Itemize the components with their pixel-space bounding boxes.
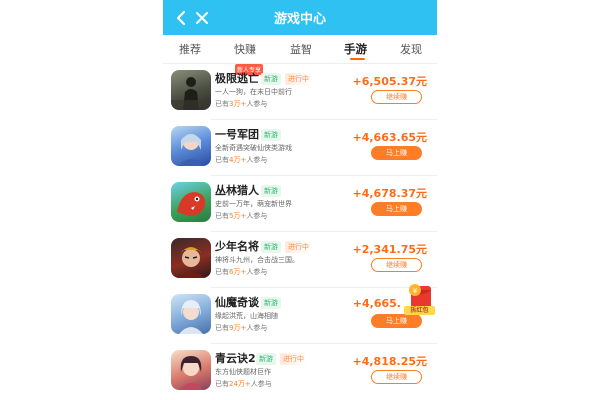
game-name: 仙魔奇谈 [215, 296, 259, 309]
player-count: 已有3万+人参与 [215, 100, 268, 108]
header-bar: 游戏中心 [163, 0, 437, 35]
game-description: 神将斗九州，合击战三国。 [215, 256, 299, 264]
game-row-yihao-juntuan[interactable]: 一号军团 新游 全新奇遇突破仙侠类游戏 已有4万+人参与 +4,663.65元 … [163, 120, 437, 176]
page-title: 游戏中心 [273, 12, 326, 27]
game-name: 丛林猎人 [215, 184, 259, 197]
new-game-tag: 新游 [261, 129, 281, 141]
game-icon-shaonian-mingjiang [171, 238, 211, 278]
continue-earn-button[interactable]: 继续赚 [371, 258, 422, 272]
start-earn-button[interactable]: 马上赚 [371, 314, 422, 328]
new-game-tag: 新游 [261, 241, 281, 253]
game-description: 东方仙侠题材巨作 [215, 368, 271, 376]
tab-discover[interactable]: 发现 [400, 41, 422, 57]
tab-puzzle[interactable]: 益智 [290, 41, 312, 57]
in-progress-tag: 进行中 [280, 353, 307, 365]
red-packet-float[interactable]: ¥ 拆红包 [403, 282, 436, 316]
game-description: 缘起洪荒，山海相随 [215, 312, 278, 320]
player-count: 已有24万+人参与 [215, 380, 272, 388]
reward-amount: +4,665. [352, 297, 401, 310]
red-packet-label: 拆红包 [410, 307, 429, 314]
continue-earn-button[interactable]: 继续赚 [371, 370, 422, 384]
reward-amount: +4,663.65元 [352, 131, 428, 144]
active-tab-indicator [350, 58, 365, 60]
game-name: 少年名将 [215, 240, 259, 253]
reward-amount: +2,341.75元 [352, 243, 428, 256]
game-description: 一人一狗，在末日中前行 [215, 88, 292, 96]
new-game-tag: 新游 [261, 73, 281, 85]
game-description: 史前一万年，萌宠新世界 [215, 200, 292, 208]
game-row-conglin-lieren[interactable]: 丛林猎人 新游 史前一万年，萌宠新世界 已有5万+人参与 +4,678.37元 … [163, 176, 437, 232]
game-name: 青云诀2 [215, 352, 256, 365]
game-row-xianmo-qitan[interactable]: 仙魔奇谈 新游 缘起洪荒，山海相随 已有9万+人参与 +4,665. 马上赚 [163, 288, 437, 344]
player-count: 已有6万+人参与 [215, 268, 268, 276]
start-earn-button[interactable]: 马上赚 [371, 202, 422, 216]
tab-mobile-games[interactable]: 手游 [344, 41, 367, 57]
player-count: 已有4万+人参与 [215, 156, 268, 164]
continue-earn-button[interactable]: 继续赚 [371, 90, 422, 104]
in-progress-tag: 进行中 [285, 241, 312, 253]
player-count: 已有5万+人参与 [215, 212, 268, 220]
tab-recommend[interactable]: 推荐 [179, 41, 201, 57]
reward-amount: +4,678.37元 [352, 187, 428, 200]
reward-amount: +6,505.37元 [352, 75, 428, 88]
game-icon-xianmo-qitan [171, 294, 211, 334]
game-icon-conglin-lieren [171, 182, 211, 222]
svg-text:¥: ¥ [413, 287, 418, 295]
game-name: 极限逃亡 [215, 72, 259, 85]
game-row-qingyun-jue-2[interactable]: 青云诀2 新游 进行中 东方仙侠题材巨作 已有24万+人参与 +4,818.25… [163, 344, 437, 400]
game-name: 一号军团 [215, 128, 259, 141]
start-earn-button[interactable]: 马上赚 [371, 146, 422, 160]
player-count: 已有9万+人参与 [215, 324, 268, 332]
game-icon-qingyun-jue-2 [171, 350, 211, 390]
in-progress-tag: 进行中 [285, 73, 312, 85]
game-icon-jixian-taowang [171, 70, 211, 110]
game-description: 全新奇遇突破仙侠类游戏 [215, 144, 292, 152]
new-game-tag: 新游 [256, 353, 276, 365]
new-game-tag: 新游 [261, 297, 281, 309]
tab-quick-earn[interactable]: 快赚 [234, 41, 256, 57]
game-icon-yihao-juntuan [171, 126, 211, 166]
reward-amount: +4,818.25元 [352, 355, 428, 368]
game-row-shaonian-mingjiang[interactable]: 少年名将 新游 进行中 神将斗九州，合击战三国。 已有6万+人参与 +2,341… [163, 232, 437, 288]
game-center-screen: 游戏中心 推荐 新人专享 快赚 益智 手游 发现 极限逃亡 新游 进行中 一人一… [163, 0, 437, 400]
tab-bar: 推荐 新人专享 快赚 益智 手游 发现 [163, 35, 437, 75]
new-game-tag: 新游 [261, 185, 281, 197]
game-row-jixian-taowang[interactable]: 极限逃亡 新游 进行中 一人一狗，在末日中前行 已有3万+人参与 +6,505.… [163, 64, 437, 120]
